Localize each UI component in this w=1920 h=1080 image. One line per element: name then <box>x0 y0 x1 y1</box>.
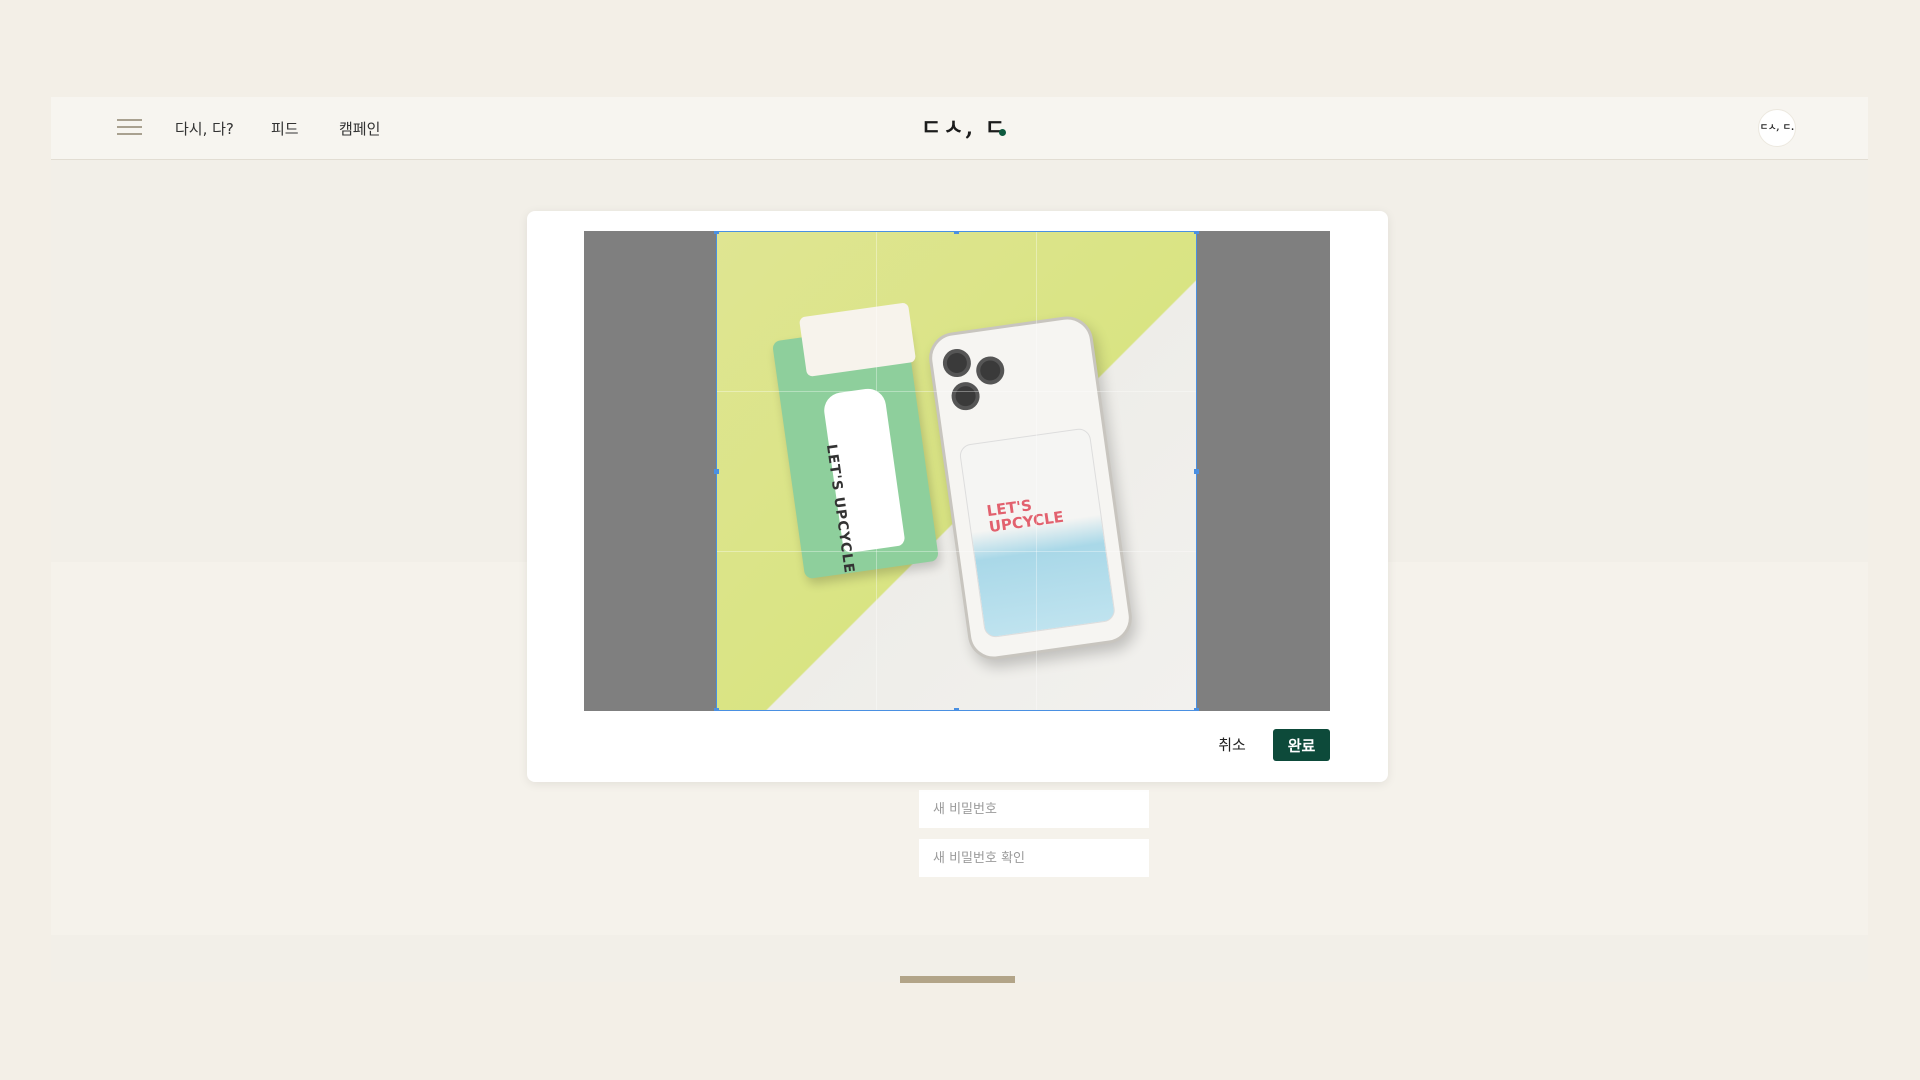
crop-handle-left[interactable] <box>714 469 719 474</box>
new-password-field[interactable] <box>919 790 1149 828</box>
crop-handle-top-left[interactable] <box>714 231 719 234</box>
site-logo[interactable]: ㄷㅅ, ㄷ <box>921 111 1011 145</box>
nav-item-feed[interactable]: 피드 <box>271 118 299 139</box>
crop-handle-bottom-right[interactable] <box>1194 708 1199 711</box>
submit-bar[interactable] <box>900 976 1015 983</box>
done-button[interactable]: 완료 <box>1273 729 1330 761</box>
image-crop-modal: LET'S UPCYCLE LET'S UPCYCLE 취소 완료 <box>527 211 1388 782</box>
crop-handle-right[interactable] <box>1194 469 1199 474</box>
nav-item-dasi-da[interactable]: 다시, 다? <box>175 118 234 139</box>
hamburger-menu-icon[interactable] <box>117 119 142 137</box>
cancel-button[interactable]: 취소 <box>1208 729 1256 759</box>
footer-band <box>51 935 1868 982</box>
logo-dot-icon <box>999 129 1006 136</box>
crop-canvas[interactable]: LET'S UPCYCLE LET'S UPCYCLE <box>584 231 1330 711</box>
crop-handle-bottom[interactable] <box>954 708 959 711</box>
crop-handle-bottom-left[interactable] <box>714 708 719 711</box>
top-navigation-bar: 다시, 다? 피드 캠페인 ㄷㅅ, ㄷ ㄷㅅ, ㄷ. <box>51 97 1868 160</box>
crop-handle-top[interactable] <box>954 231 959 234</box>
profile-avatar[interactable]: ㄷㅅ, ㄷ. <box>1758 109 1796 147</box>
crop-handle-top-right[interactable] <box>1194 231 1199 234</box>
confirm-password-field[interactable] <box>919 839 1149 877</box>
crop-selection-frame[interactable] <box>716 231 1197 711</box>
nav-item-campaign[interactable]: 캠페인 <box>339 118 380 139</box>
